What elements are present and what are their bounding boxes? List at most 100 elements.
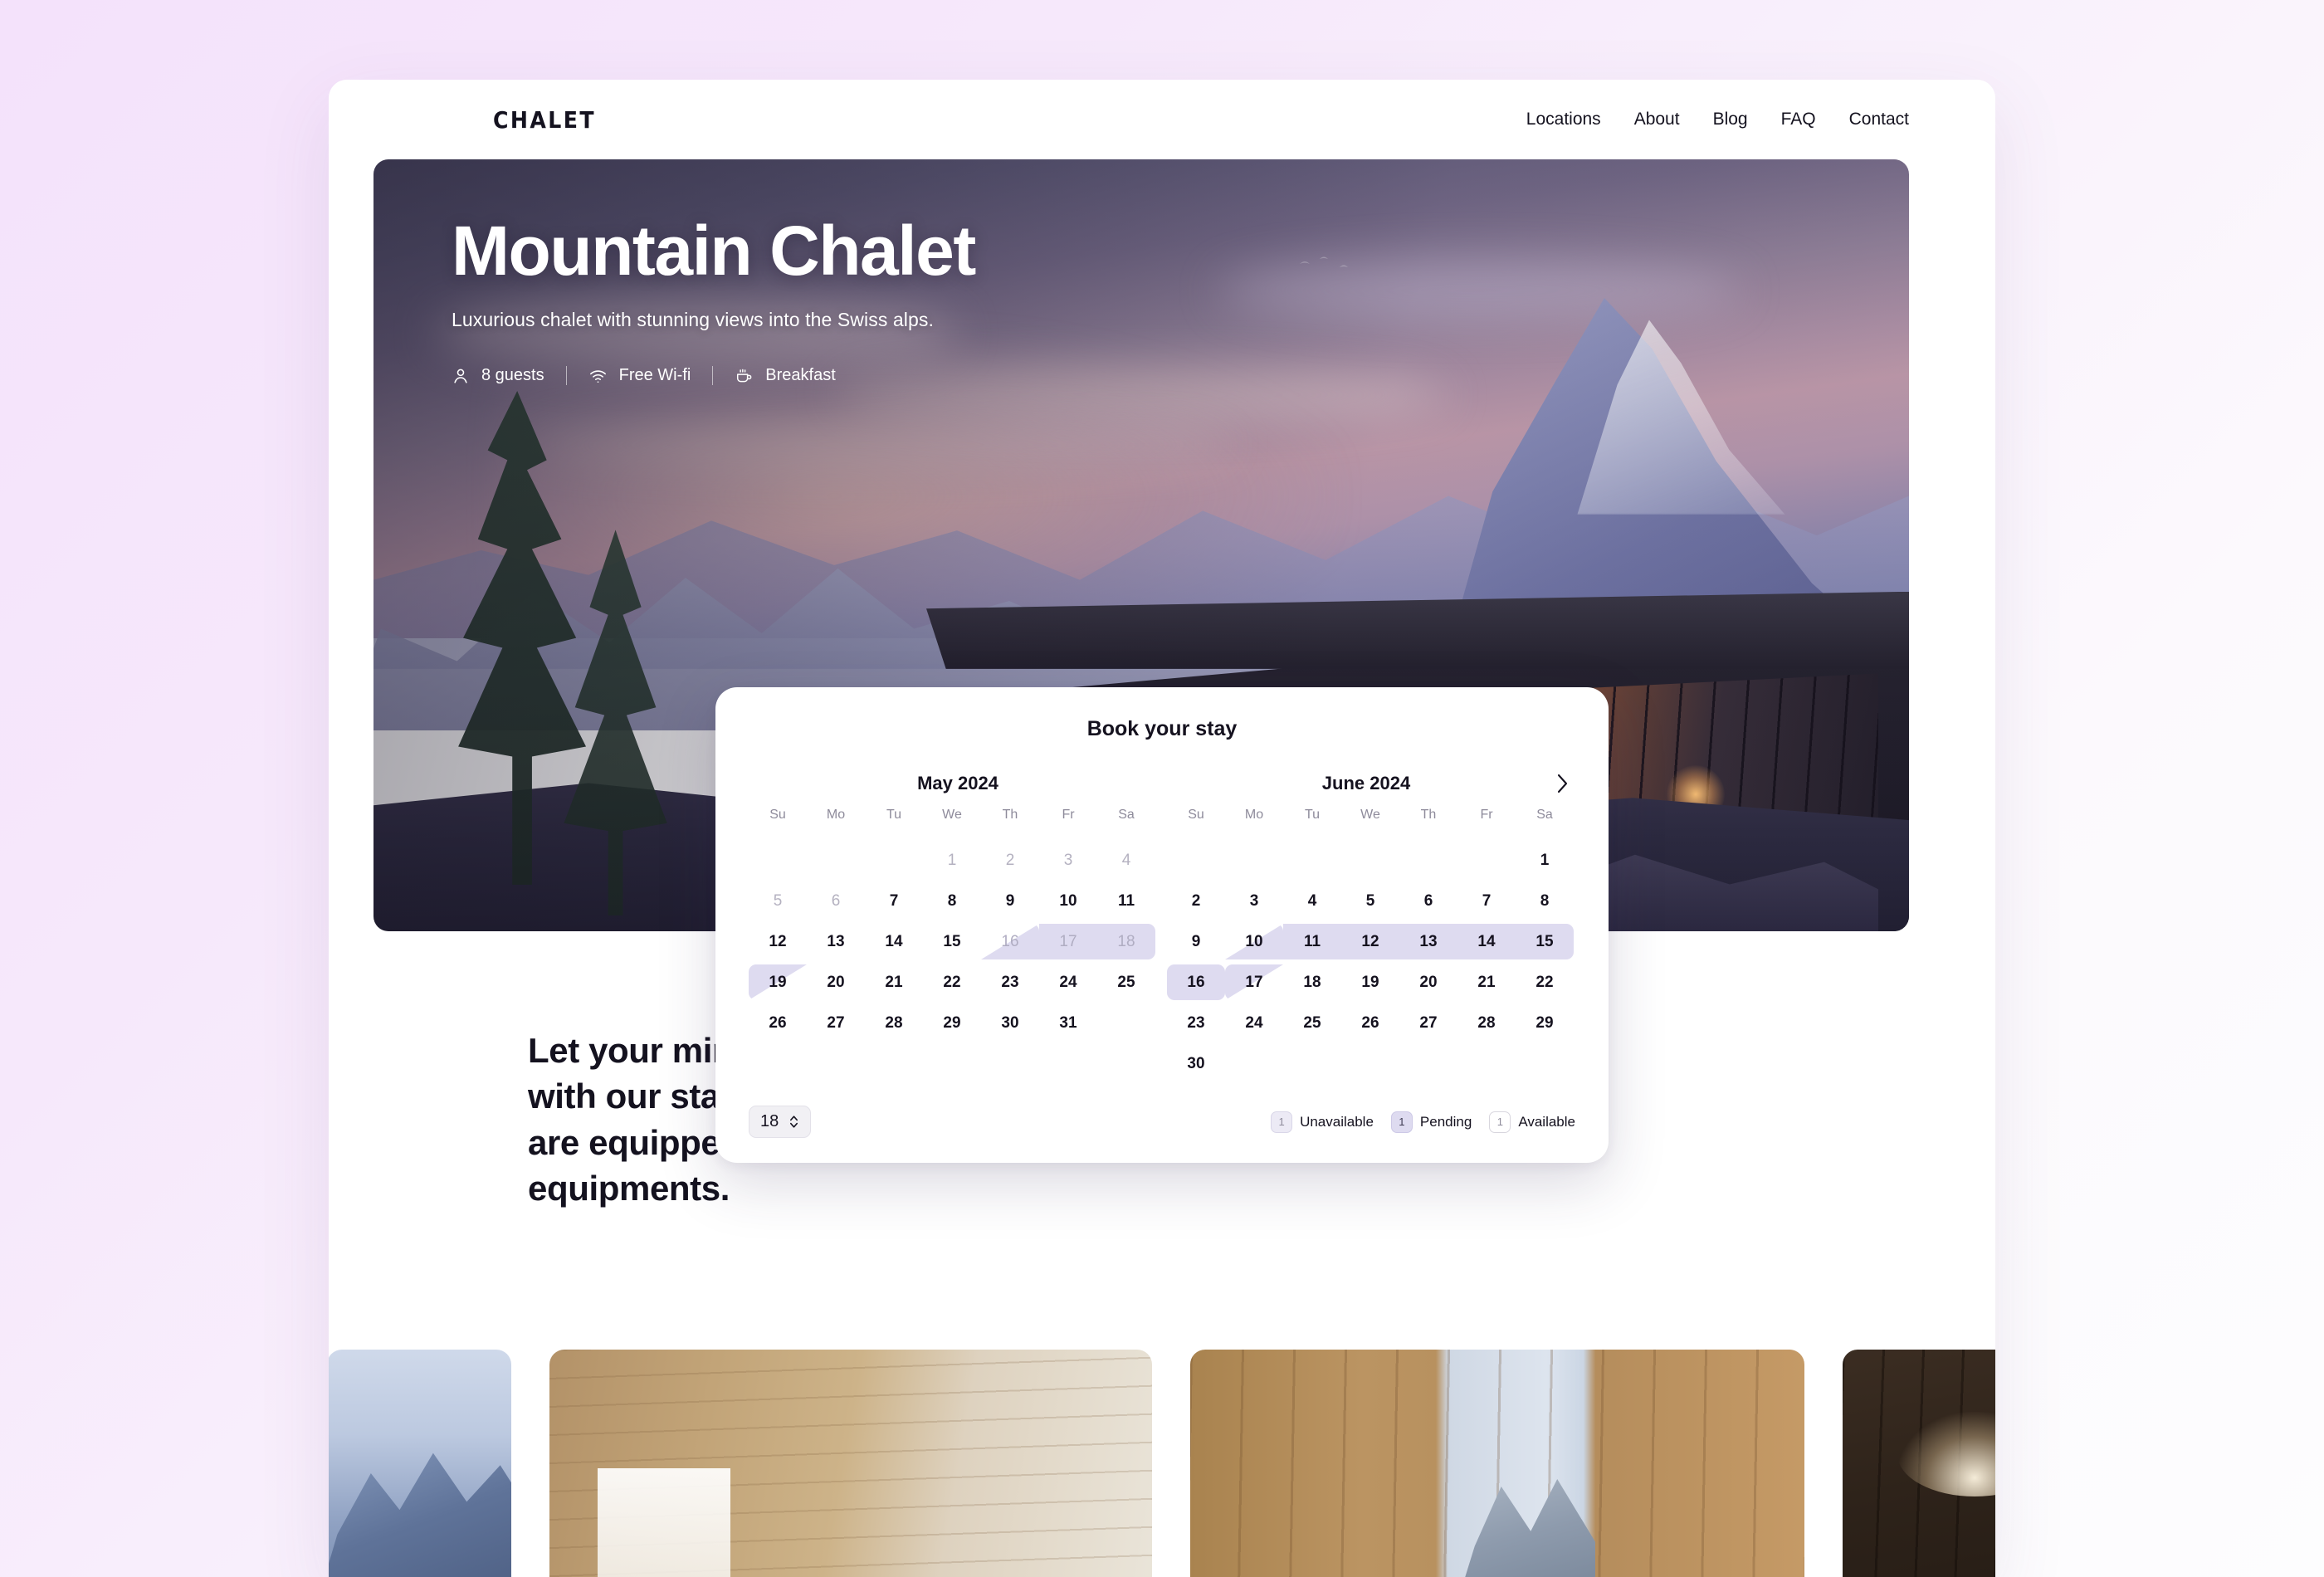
calendar-day-cell: 2 — [981, 840, 1039, 881]
gallery-item-mountain-view[interactable] — [329, 1350, 511, 1577]
calendar-day-cell[interactable]: 31 — [1039, 1003, 1097, 1043]
calendar-day-cell[interactable]: 12 — [749, 921, 807, 962]
day-number: 15 — [943, 932, 961, 950]
day-number: 5 — [773, 891, 783, 910]
calendar-day-cell[interactable]: 15 — [1516, 921, 1574, 962]
calendar-day-cell[interactable]: 18 — [1283, 962, 1341, 1003]
day-number: 24 — [1245, 1013, 1263, 1032]
calendar-day-cell[interactable]: 13 — [1399, 921, 1457, 962]
calendar-day-cell[interactable]: 25 — [1097, 962, 1155, 1003]
day-number: 21 — [885, 973, 903, 991]
calendar-day-cell[interactable]: 30 — [1167, 1043, 1225, 1084]
calendar-day-cell[interactable]: 27 — [807, 1003, 865, 1043]
calendar-day-cell[interactable]: 7 — [865, 881, 923, 921]
calendar-day-cell[interactable]: 9 — [1167, 921, 1225, 962]
calendar-day-cell[interactable]: 6 — [1399, 881, 1457, 921]
calendar-day-cell[interactable]: 17 — [1039, 921, 1097, 962]
nav-link-blog[interactable]: Blog — [1713, 110, 1748, 129]
calendar-day-cell[interactable]: 15 — [923, 921, 981, 962]
calendar-day-cell[interactable]: 13 — [807, 921, 865, 962]
calendar-day-cell[interactable]: 10 — [1225, 921, 1283, 962]
calendar-day-cell[interactable]: 24 — [1225, 1003, 1283, 1043]
nav-link-about[interactable]: About — [1634, 110, 1680, 129]
nav-link-faq[interactable]: FAQ — [1781, 110, 1816, 129]
calendar-day-cell[interactable]: 23 — [981, 962, 1039, 1003]
weekday-label-sa: Sa — [1118, 808, 1135, 822]
calendar-day-cell[interactable]: 9 — [981, 881, 1039, 921]
weekday-label-su: Su — [769, 808, 786, 822]
nav-link-locations[interactable]: Locations — [1526, 110, 1601, 129]
brand-logo[interactable]: CHALET — [493, 106, 596, 134]
calendar-day-cell[interactable]: 10 — [1039, 881, 1097, 921]
calendar-day-cell[interactable]: 11 — [1097, 881, 1155, 921]
calendar-day-cell[interactable]: 14 — [865, 921, 923, 962]
guest-count-stepper[interactable]: 18 — [749, 1106, 812, 1138]
calendar-day-cell[interactable]: 7 — [1457, 881, 1516, 921]
day-number: 29 — [943, 1013, 961, 1032]
next-month-button[interactable] — [1547, 769, 1577, 798]
day-number: 12 — [769, 932, 787, 950]
calendar-day-cell[interactable]: 21 — [1457, 962, 1516, 1003]
gallery-item-pendant-lamp[interactable] — [1843, 1350, 1995, 1577]
calendar-legend: 1 Unavailable 1 Pending 1 Available — [1271, 1111, 1575, 1133]
calendar-day-cell[interactable]: 23 — [1167, 1003, 1225, 1043]
day-number: 24 — [1059, 973, 1077, 991]
gallery-item-wooden-interior[interactable] — [549, 1350, 1152, 1577]
calendar-day-cell[interactable]: 14 — [1457, 921, 1516, 962]
day-number: 8 — [1540, 891, 1550, 910]
calendar-day-cell: 3 — [1039, 840, 1097, 881]
day-number: 1 — [947, 851, 957, 869]
calendar-month-may: Su Mo Tu We Th Fr Sa 1 2 3 4 5 6 7 8 9 10 11 12 13 14 15 16 17 1… — [749, 799, 1155, 1084]
gallery-item-wood-window-mountain[interactable] — [1190, 1350, 1804, 1577]
calendar-day-cell[interactable]: 20 — [807, 962, 865, 1003]
day-number: 6 — [831, 891, 841, 910]
calendar-day-cell[interactable]: 11 — [1283, 921, 1341, 962]
calendar-day-cell[interactable]: 27 — [1399, 1003, 1457, 1043]
calendar-day-cell[interactable]: 24 — [1039, 962, 1097, 1003]
calendar-day-cell[interactable]: 29 — [1516, 1003, 1574, 1043]
calendar-day-cell[interactable]: 25 — [1283, 1003, 1341, 1043]
calendar-day-cell[interactable]: 12 — [1341, 921, 1399, 962]
calendar-day-cell[interactable]: 3 — [1225, 881, 1283, 921]
amenity-guests-label: 8 guests — [481, 366, 544, 384]
nav-link-contact[interactable]: Contact — [1849, 110, 1909, 129]
calendar-day-cell[interactable]: 28 — [1457, 1003, 1516, 1043]
calendar-day-cell[interactable]: 26 — [749, 1003, 807, 1043]
mountain-view-photo — [329, 1350, 511, 1577]
calendar-day-cell[interactable]: 19 — [1341, 962, 1399, 1003]
weekday-label-sa: Sa — [1536, 808, 1553, 822]
day-number: 19 — [1361, 973, 1379, 991]
amenities-list: 8 guests Free Wi-fi Breakfast — [452, 366, 975, 385]
day-number: 27 — [827, 1013, 845, 1032]
calendar-day-cell[interactable]: 2 — [1167, 881, 1225, 921]
calendar-day-cell[interactable]: 4 — [1283, 881, 1341, 921]
calendar-day-cell[interactable]: 1 — [1516, 840, 1574, 881]
day-number: 28 — [1477, 1013, 1496, 1032]
calendar-day-cell[interactable]: 20 — [1399, 962, 1457, 1003]
calendar-day-cell[interactable]: 16 — [981, 921, 1039, 962]
calendar-day-cell[interactable]: 5 — [1341, 881, 1399, 921]
calendar-day-cell[interactable]: 22 — [923, 962, 981, 1003]
calendar-day-cell[interactable]: 8 — [923, 881, 981, 921]
calendar-day-cell[interactable]: 26 — [1341, 1003, 1399, 1043]
weekday-label-we: We — [1360, 808, 1380, 822]
day-number: 16 — [1001, 932, 1019, 950]
calendar-day-cell[interactable]: 22 — [1516, 962, 1574, 1003]
calendar-day-cell[interactable]: 18 — [1097, 921, 1155, 962]
calendar-day-cell[interactable]: 28 — [865, 1003, 923, 1043]
calendar-day-cell[interactable]: 16 — [1167, 962, 1225, 1003]
legend-item-unavailable: 1 Unavailable — [1271, 1111, 1374, 1133]
calendar-day-cell[interactable]: 29 — [923, 1003, 981, 1043]
calendar-day-cell[interactable]: 21 — [865, 962, 923, 1003]
calendar-day-cell[interactable]: 30 — [981, 1003, 1039, 1043]
day-number: 8 — [947, 891, 957, 910]
day-number: 1 — [1540, 851, 1550, 869]
calendar-day-cell[interactable]: 8 — [1516, 881, 1574, 921]
calendar-day-cell[interactable]: 17 — [1225, 962, 1283, 1003]
calendar-blank-cell — [1399, 840, 1457, 881]
calendar-day-cell: 5 — [749, 881, 807, 921]
day-number: 23 — [1187, 1013, 1205, 1032]
calendar-months: Su Mo Tu We Th Fr Sa 1 2 3 4 5 6 7 8 9 10 11 12 13 14 15 16 17 1… — [749, 799, 1575, 1084]
day-number: 6 — [1423, 891, 1433, 910]
calendar-day-cell[interactable]: 19 — [749, 962, 807, 1003]
